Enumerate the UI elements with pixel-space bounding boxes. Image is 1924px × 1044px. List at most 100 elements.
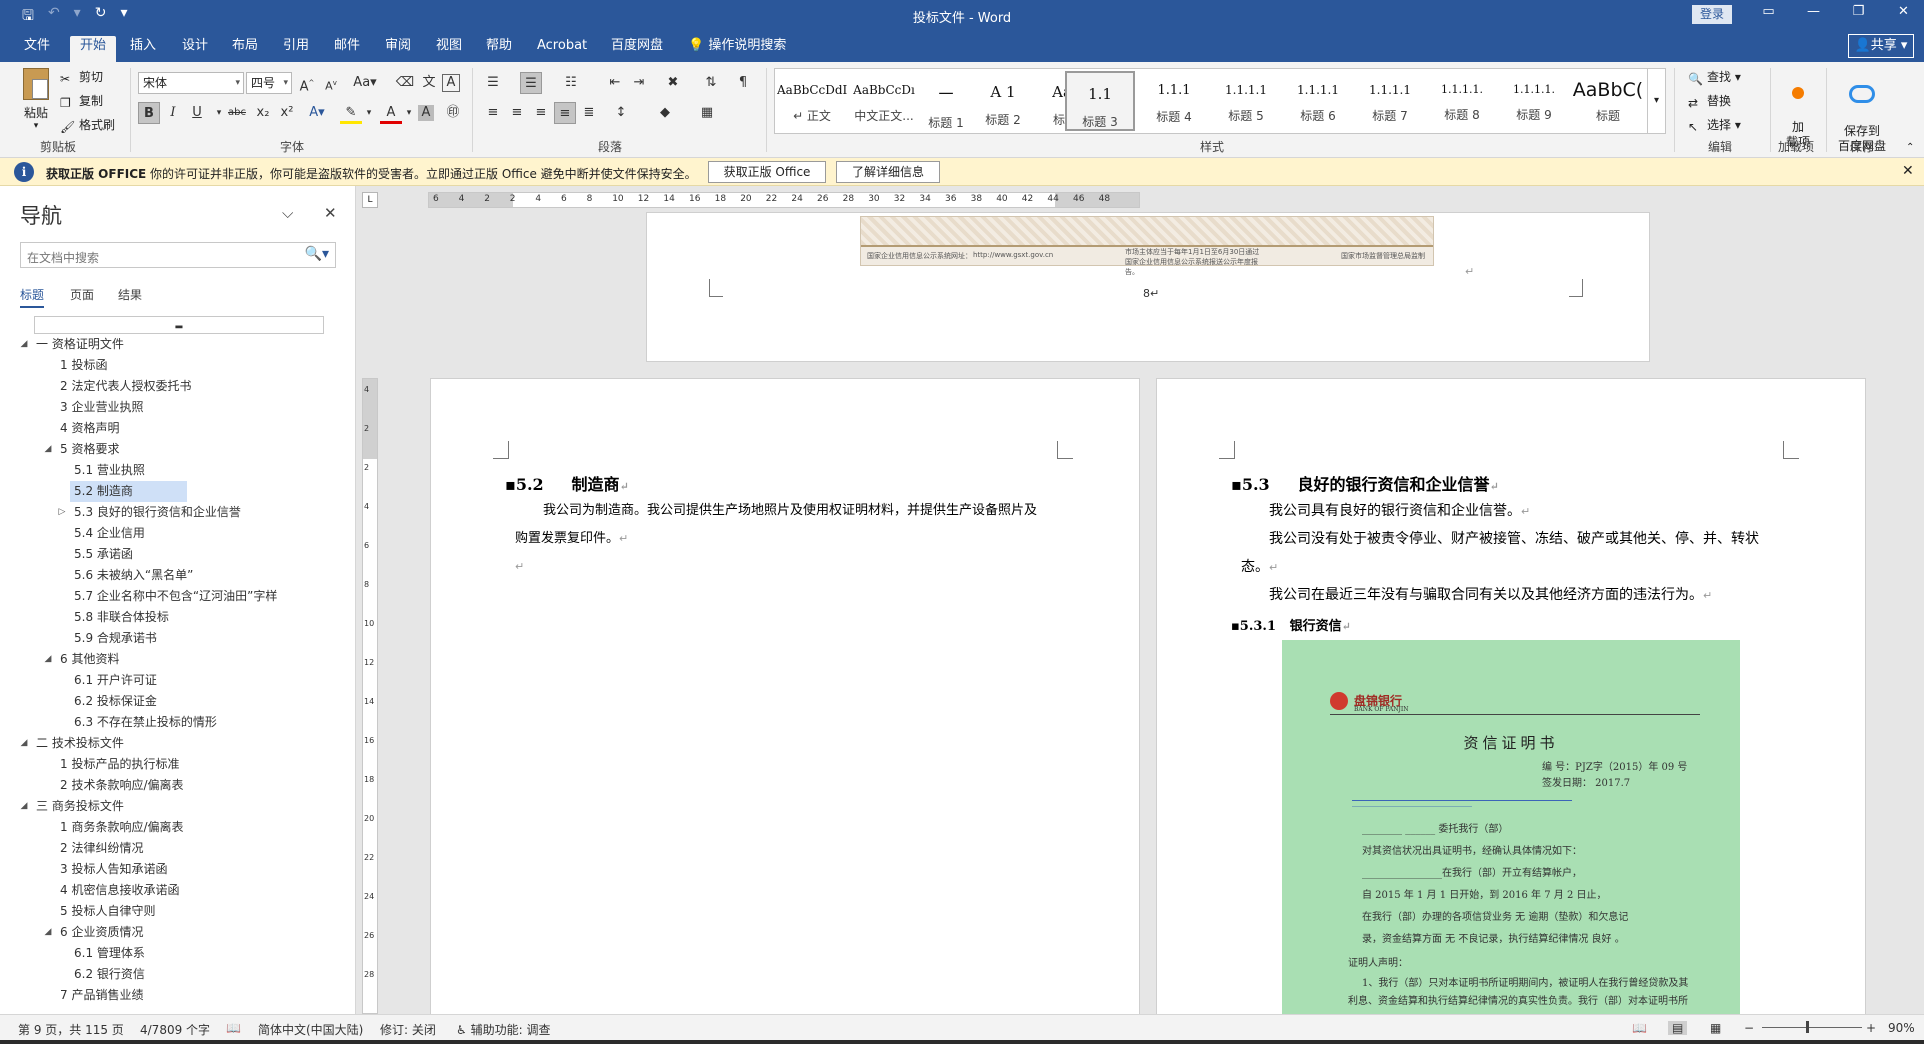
nav-heading-item[interactable]: 5.4 企业信用: [0, 523, 352, 544]
enclose-characters-icon[interactable]: ㊞: [442, 102, 464, 124]
grow-font-button[interactable]: A^: [296, 72, 318, 94]
tab-file[interactable]: 文件: [24, 36, 50, 62]
zoom-out-icon[interactable]: −: [1744, 1021, 1754, 1035]
nav-heading-item[interactable]: 5.7 企业名称中不包含“辽河油田”字样: [0, 586, 352, 607]
underline-button[interactable]: U: [186, 102, 208, 124]
nav-heading-item[interactable]: 1 投标函: [0, 355, 352, 376]
close-icon[interactable]: ✕: [1902, 163, 1914, 179]
tab-baidu-netdisk[interactable]: 百度网盘: [611, 36, 663, 62]
character-border-icon[interactable]: A: [442, 74, 460, 92]
text-effects-icon[interactable]: A▾: [306, 102, 328, 124]
nav-heading-item[interactable]: 5.8 非联合体投标: [0, 607, 352, 628]
nav-heading-item[interactable]: 3 投标人告知承诺函: [0, 859, 352, 880]
chevron-down-icon[interactable]: ⌵: [282, 204, 293, 222]
body-paragraph[interactable]: 我公司具有良好的银行资信和企业信誉。↵: [1269, 497, 1530, 526]
track-changes-status[interactable]: 修订: 关闭: [380, 1021, 436, 1038]
nav-heading-item[interactable]: 5.5 承诺函: [0, 544, 352, 565]
minimize-icon[interactable]: —: [1791, 4, 1836, 19]
borders-icon[interactable]: ▦: [696, 102, 718, 124]
subscript-button[interactable]: x₂: [252, 102, 274, 124]
decrease-indent-icon[interactable]: ⇤: [604, 72, 626, 94]
accessibility-status[interactable]: ♿ 辅助功能: 调查: [456, 1021, 550, 1038]
print-layout-icon[interactable]: ▤: [1668, 1021, 1688, 1035]
align-center-icon[interactable]: ≡: [506, 102, 528, 124]
style-heading-6[interactable]: 1.1.1.1 标题 6: [1283, 71, 1353, 131]
tab-review[interactable]: 审阅: [385, 36, 411, 62]
nav-heading-item[interactable]: 4 机密信息接收承诺函: [0, 880, 352, 901]
nav-heading-item[interactable]: 2 法律纠纷情况: [0, 838, 352, 859]
style-heading-3[interactable]: 1.1 标题 3: [1065, 71, 1135, 131]
expand-icon[interactable]: ▷: [56, 502, 68, 523]
page-count[interactable]: 第 9 页，共 115 页: [18, 1021, 124, 1038]
body-paragraph[interactable]: 购置发票复印件。↵: [515, 525, 628, 553]
tab-selector[interactable]: L: [362, 192, 378, 208]
horizontal-ruler[interactable]: 6 4 2 2 4 6 8 10 12 14 16 18 20 22 24 26 28 30 32 34 36 38 40 4…: [428, 192, 1140, 208]
style-heading-8[interactable]: 1.1.1.1. 标题 8: [1427, 71, 1497, 131]
tab-acrobat[interactable]: Acrobat: [537, 36, 587, 62]
shrink-font-button[interactable]: Av: [320, 72, 342, 94]
font-size-select[interactable]: 四号 ▾: [246, 72, 292, 94]
nav-heading-item[interactable]: ▷ 5.3 良好的银行资信和企业信誉: [0, 502, 352, 523]
format-painter-button[interactable]: 🖌 格式刷: [60, 116, 115, 134]
close-icon[interactable]: ✕: [324, 204, 337, 222]
nav-heading-item[interactable]: 5.1 营业执照: [0, 460, 352, 481]
tab-insert[interactable]: 插入: [130, 36, 156, 62]
nav-heading-item[interactable]: 6.1 管理体系: [0, 943, 352, 964]
tab-pages[interactable]: 页面: [70, 286, 94, 303]
increase-indent-icon[interactable]: ⇥: [628, 72, 650, 94]
align-right-icon[interactable]: ≡: [530, 102, 552, 124]
highlight-dropdown-icon[interactable]: ▾: [358, 102, 380, 124]
paste-button[interactable]: 粘贴 ▾: [18, 68, 54, 131]
nav-heading-item[interactable]: 5.9 合规承诺书: [0, 628, 352, 649]
nav-heading-item[interactable]: 2 法定代表人授权委托书: [0, 376, 352, 397]
line-spacing-icon[interactable]: ↕: [610, 102, 632, 124]
styles-more-button[interactable]: ▾: [1647, 69, 1665, 133]
collapse-icon[interactable]: ◢: [42, 649, 54, 670]
multilevel-list-icon[interactable]: ☷: [560, 72, 582, 94]
nav-heading-item[interactable]: ◢ 5 资格要求: [0, 439, 352, 460]
nav-heading-item[interactable]: 2 技术条款响应/偏离表: [0, 775, 352, 796]
tab-mailings[interactable]: 邮件: [334, 36, 360, 62]
style-chinese-body[interactable]: AaBbCcDı 中文正文...: [849, 71, 919, 131]
style-heading-4[interactable]: 1.1.1 标题 4: [1139, 71, 1209, 131]
tab-design[interactable]: 设计: [182, 36, 208, 62]
tab-references[interactable]: 引用: [283, 36, 309, 62]
restore-icon[interactable]: ❐: [1836, 4, 1881, 19]
read-mode-icon[interactable]: 📖: [1632, 1021, 1647, 1035]
find-button[interactable]: 🔍 查找 ▾: [1688, 68, 1741, 86]
zoom-level[interactable]: 90%: [1888, 1021, 1915, 1035]
style-heading-7[interactable]: 1.1.1.1 标题 7: [1355, 71, 1425, 131]
tab-results[interactable]: 结果: [118, 286, 142, 303]
zoom-slider[interactable]: [1762, 1027, 1862, 1028]
character-shading-icon[interactable]: A: [418, 105, 434, 121]
language-status[interactable]: 简体中文(中国大陆): [258, 1021, 363, 1038]
chinese-layout-icon[interactable]: ✖: [662, 72, 684, 94]
nav-heading-item[interactable]: 5.6 未被纳入“黑名单”: [0, 565, 352, 586]
tab-view[interactable]: 视图: [436, 36, 462, 62]
proofing-icon[interactable]: 📖: [226, 1021, 241, 1035]
align-left-icon[interactable]: ≡: [482, 102, 504, 124]
collapse-all-button[interactable]: ▂: [34, 316, 324, 334]
bold-button[interactable]: B: [138, 102, 160, 124]
font-name-select[interactable]: 宋体 ▾: [138, 72, 244, 94]
close-icon[interactable]: ✕: [1881, 4, 1924, 19]
body-paragraph[interactable]: 我公司没有处于被责令停业、财产被接管、冻结、破产或其他关、停、并、转状: [1269, 525, 1759, 553]
show-marks-icon[interactable]: ¶: [732, 72, 754, 94]
learn-more-button[interactable]: 了解详细信息: [836, 161, 940, 183]
body-paragraph[interactable]: 我公司为制造商。我公司提供生产场地照片及使用权证明材料，并提供生产设备照片及: [543, 497, 1037, 525]
tab-home[interactable]: 开始: [70, 36, 117, 62]
web-layout-icon[interactable]: ▦: [1710, 1021, 1721, 1035]
body-paragraph[interactable]: 我公司在最近三年没有与骗取合同有关以及其他经济方面的违法行为。↵: [1269, 581, 1712, 610]
select-button[interactable]: ↖ 选择 ▾: [1688, 116, 1741, 134]
zoom-slider-thumb[interactable]: [1806, 1021, 1809, 1033]
tell-me-search[interactable]: 💡 操作说明搜索: [688, 36, 786, 62]
nav-heading-item[interactable]: 6.1 开户许可证: [0, 670, 352, 691]
nav-heading-item[interactable]: ◢ 6 其他资料: [0, 649, 352, 670]
get-genuine-office-button[interactable]: 获取正版 Office: [708, 161, 826, 183]
heading-5-3[interactable]: ▪5.3 良好的银行资信和企业信誉↵: [1231, 471, 1499, 495]
sort-icon[interactable]: ⇅: [700, 72, 722, 94]
font-color-dropdown-icon[interactable]: ▾: [398, 102, 420, 124]
document-page-left[interactable]: ▪5.2 制造商↵ 我公司为制造商。我公司提供生产场地照片及使用权证明材料，并提…: [430, 378, 1140, 1018]
nav-heading-item[interactable]: ◢ 6 企业资质情况: [0, 922, 352, 943]
zoom-in-icon[interactable]: +: [1866, 1021, 1876, 1035]
